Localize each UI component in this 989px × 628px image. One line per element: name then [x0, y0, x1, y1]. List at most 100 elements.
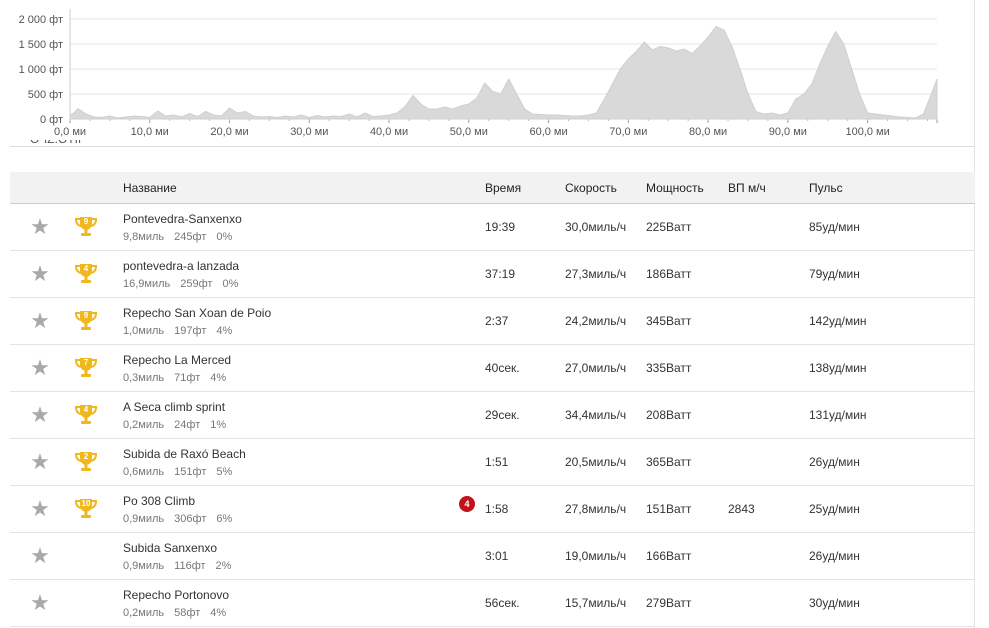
header-name[interactable]: Название	[123, 172, 485, 204]
header-hr[interactable]: Пульс	[809, 172, 975, 204]
vam-cell: 2843	[728, 485, 809, 533]
vam-cell	[728, 203, 809, 251]
segment-meta: 0,9миль 306фт 6%	[123, 513, 485, 525]
star-cell[interactable]: ★	[10, 344, 70, 392]
segment-name-cell[interactable]: Po 308 Climb 0,9миль 306фт 6% 4	[123, 485, 485, 533]
hr-cell: 131уд/мин	[809, 391, 975, 439]
speed-cell: 34,4миль/ч	[565, 391, 646, 439]
header-power[interactable]: Мощность	[646, 172, 728, 204]
time-cell: 40сек.	[485, 344, 565, 392]
table-row[interactable]: ★ 4 pontevedra-a lanzada 16,9миль 259фт 0% 37:…	[10, 250, 975, 298]
header-vam[interactable]: ВП м/ч	[728, 172, 809, 204]
star-icon[interactable]: ★	[10, 451, 70, 473]
speed-cell: 15,7миль/ч	[565, 579, 646, 627]
star-icon[interactable]: ★	[10, 498, 70, 520]
star-cell[interactable]: ★	[10, 485, 70, 533]
table-row[interactable]: ★ 7 Repecho La Merced 0,3миль 71фт 4% 40сек. 27…	[10, 344, 975, 392]
power-cell: 186Ватт	[646, 250, 728, 298]
star-icon[interactable]: ★	[10, 310, 70, 332]
segment-name[interactable]: Subida Sanxenxo	[123, 541, 485, 555]
table-row[interactable]: ★ 4 A Seca climb sprint 0,2миль 24фт 1% 29сек.…	[10, 391, 975, 439]
table-row[interactable]: ★ 10 Po 308 Climb 0,9миль 306фт 6% 4 1:58 27,8ми…	[10, 485, 975, 533]
segment-meta: 0,2миль 24фт 1%	[123, 419, 485, 431]
hr-cell: 25уд/мин	[809, 485, 975, 533]
segment-name-cell[interactable]: Repecho San Xoan de Poio 1,0миль 197фт 4%	[123, 297, 485, 345]
segment-grade: 2%	[215, 559, 232, 572]
segment-meta: 16,9миль 259фт 0%	[123, 278, 485, 290]
trophy-cell: 10	[70, 485, 123, 533]
trophy-rank: 9	[83, 217, 89, 226]
segment-elevation: 116фт	[174, 559, 206, 572]
segment-name-cell[interactable]: Subida de Raxó Beach 0,6миль 151фт 5%	[123, 438, 485, 486]
star-icon[interactable]: ★	[10, 404, 70, 426]
star-icon[interactable]: ★	[10, 545, 70, 567]
segment-name-cell[interactable]: Pontevedra-Sanxenxo 9,8миль 245фт 0%	[123, 203, 485, 251]
chart-divider	[10, 146, 975, 147]
power-cell: 365Ватт	[646, 438, 728, 486]
speed-cell: 27,0миль/ч	[565, 344, 646, 392]
segment-name-cell[interactable]: A Seca climb sprint 0,2миль 24фт 1%	[123, 391, 485, 439]
segment-distance: 0,3миль	[123, 371, 165, 384]
elevation-chart-svg: 2 000 фт 1 500 фт 1 000 фт 500 фт 0 фт0,0 ми…	[19, 9, 938, 138]
segment-grade: 1%	[210, 418, 227, 431]
segment-grade: 4%	[210, 606, 227, 619]
segment-distance: 16,9миль	[123, 277, 171, 290]
segment-meta: 0,9миль 116фт 2%	[123, 560, 485, 572]
star-icon[interactable]: ★	[10, 263, 70, 285]
time-cell: 37:19	[485, 250, 565, 298]
segment-name-cell[interactable]: Repecho La Merced 0,3миль 71фт 4%	[123, 344, 485, 392]
power-cell: 208Ватт	[646, 391, 728, 439]
x-tick-label: 40,0 ми	[370, 126, 408, 138]
notification-badge[interactable]: 4	[459, 496, 475, 512]
x-tick-label: 100,0 ми	[845, 126, 889, 138]
star-cell[interactable]: ★	[10, 391, 70, 439]
segment-name-cell[interactable]: Subida Sanxenxo 0,9миль 116фт 2%	[123, 532, 485, 580]
x-tick-label: 50,0 ми	[450, 126, 488, 138]
star-cell[interactable]: ★	[10, 532, 70, 580]
segment-grade: 0%	[216, 230, 233, 243]
x-tick-label: 70,0 ми	[609, 126, 647, 138]
star-cell[interactable]: ★	[10, 203, 70, 251]
star-icon[interactable]: ★	[10, 357, 70, 379]
segment-name[interactable]: pontevedra-a lanzada	[123, 259, 485, 273]
power-cell: 225Ватт	[646, 203, 728, 251]
segment-name-cell[interactable]: Repecho Portonovo 0,2миль 58фт 4%	[123, 579, 485, 627]
star-cell[interactable]: ★	[10, 250, 70, 298]
table-row[interactable]: ★ 9 Repecho San Xoan de Poio 1,0миль 197фт 4%…	[10, 297, 975, 345]
power-cell: 279Ватт	[646, 579, 728, 627]
trophy-icon: 9	[73, 214, 99, 240]
star-cell[interactable]: ★	[10, 297, 70, 345]
x-tick-label: 30,0 ми	[290, 126, 328, 138]
star-icon[interactable]: ★	[10, 216, 70, 238]
vam-cell	[728, 579, 809, 627]
segment-name[interactable]: Subida de Raxó Beach	[123, 447, 485, 461]
segment-name[interactable]: A Seca climb sprint	[123, 400, 485, 414]
segment-meta: 0,2миль 58фт 4%	[123, 607, 485, 619]
segment-elevation: 71фт	[174, 371, 201, 384]
segment-name[interactable]: Repecho La Merced	[123, 353, 485, 367]
segment-name[interactable]: Po 308 Climb	[123, 494, 485, 508]
segment-name[interactable]: Repecho Portonovo	[123, 588, 485, 602]
hr-cell: 85уд/мин	[809, 203, 975, 251]
star-cell[interactable]: ★	[10, 579, 70, 627]
segment-name-cell[interactable]: pontevedra-a lanzada 16,9миль 259фт 0%	[123, 250, 485, 298]
segment-distance: 0,2миль	[123, 418, 165, 431]
trophy-cell	[70, 579, 123, 627]
star-cell[interactable]: ★	[10, 438, 70, 486]
hr-cell: 26уд/мин	[809, 532, 975, 580]
speed-cell: 30,0миль/ч	[565, 203, 646, 251]
segment-name[interactable]: Pontevedra-Sanxenxo	[123, 212, 485, 226]
table-row[interactable]: ★ 2 Subida de Raxó Beach 0,6миль 151фт 5% 1:51…	[10, 438, 975, 486]
table-row[interactable]: ★ 9 Pontevedra-Sanxenxo 9,8миль 245фт 0% 19:39…	[10, 203, 975, 251]
table-row[interactable]: ★ Subida Sanxenxo 0,9миль 116фт 2% 3:01 19,0ми…	[10, 532, 975, 580]
star-icon[interactable]: ★	[10, 592, 70, 614]
segment-name[interactable]: Repecho San Xoan de Poio	[123, 306, 485, 320]
time-cell: 1:51	[485, 438, 565, 486]
trophy-icon: 7	[73, 355, 99, 381]
x-tick-label: 0,0 ми	[54, 126, 86, 138]
speed-cell: 27,8миль/ч	[565, 485, 646, 533]
header-time[interactable]: Время	[485, 172, 565, 204]
vam-cell	[728, 250, 809, 298]
header-speed[interactable]: Скорость	[565, 172, 646, 204]
table-row[interactable]: ★ Repecho Portonovo 0,2миль 58фт 4% 56сек. 15,…	[10, 579, 975, 627]
